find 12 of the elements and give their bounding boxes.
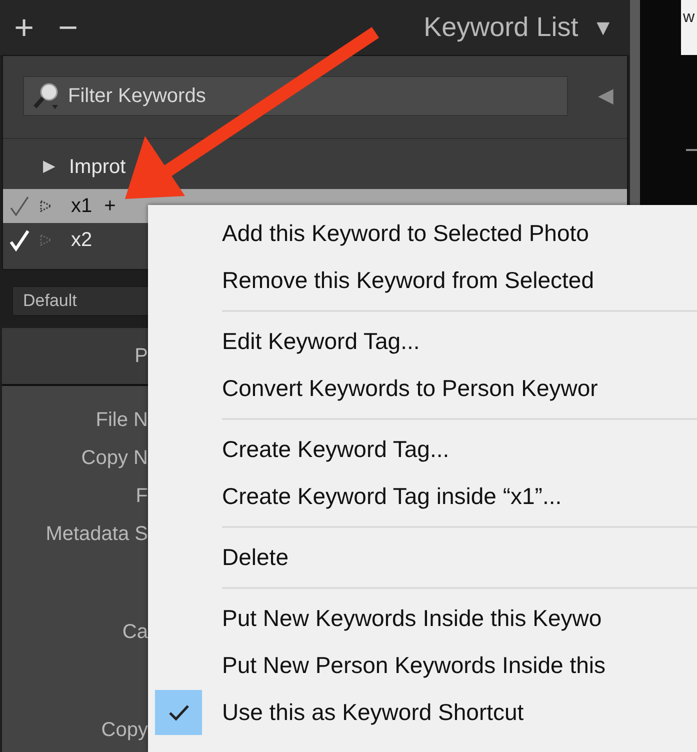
field-label: F	[136, 484, 148, 509]
field-label: Ca	[122, 620, 148, 645]
section-header: P	[134, 344, 148, 369]
field-label: File N	[96, 408, 148, 433]
field-label: Copy N	[81, 446, 148, 471]
panel-title: Keyword List	[424, 11, 578, 44]
partial-text: w	[682, 10, 695, 26]
keyword-name: x1	[71, 194, 92, 219]
keyword-name: x2	[71, 228, 92, 253]
keyword-name: Improt	[69, 155, 126, 180]
field-label: Copy	[101, 718, 148, 743]
field-label: Metadata S	[46, 522, 148, 547]
